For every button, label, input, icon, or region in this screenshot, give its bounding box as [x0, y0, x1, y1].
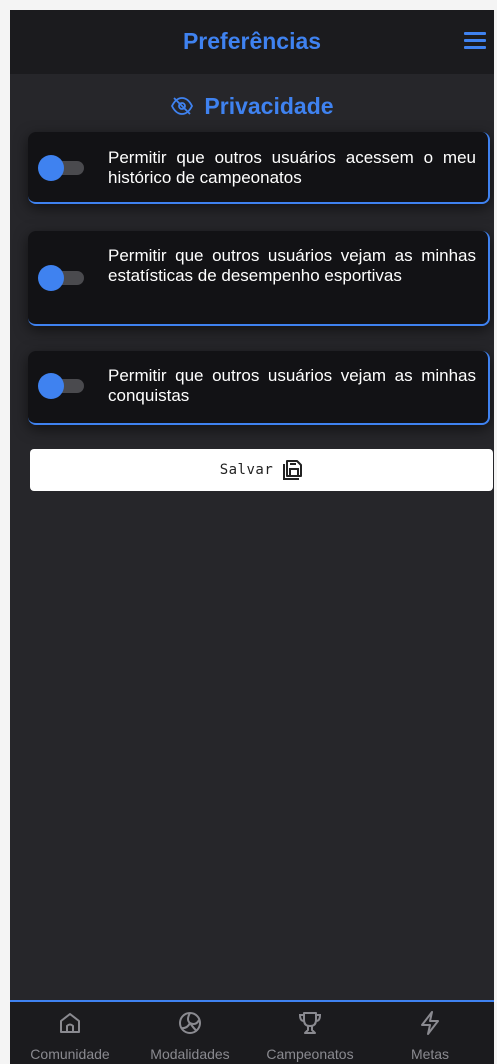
nav-metas[interactable]: Metas: [370, 1002, 490, 1064]
toggle-knob: [38, 373, 64, 399]
nav-campeonatos[interactable]: Campeonatos: [250, 1002, 370, 1064]
eye-off-icon: [171, 97, 194, 115]
home-icon: [60, 1013, 80, 1033]
menu-icon-line: [464, 32, 486, 35]
save-icon: [283, 460, 303, 480]
history-toggle[interactable]: [38, 155, 86, 181]
nav-modalidades[interactable]: Modalidades: [130, 1002, 250, 1064]
setting-label: Permitir que outros usuários vejam as mi…: [108, 366, 476, 405]
setting-label: Permitir que outros usuários acessem o m…: [108, 148, 476, 187]
nav-comunidade[interactable]: Comunidade: [10, 1002, 130, 1064]
top-bar: Preferências: [10, 10, 494, 74]
privacy-setting-card: Permitir que outros usuários vejam as mi…: [28, 351, 490, 425]
volleyball-icon: [179, 1012, 201, 1034]
menu-icon-line: [464, 39, 486, 42]
lightning-icon: [421, 1011, 439, 1035]
page-title: Preferências: [182, 28, 322, 54]
app-screen: Preferências Privacidade Permitir que ou…: [10, 10, 494, 1064]
nav-label: Metas: [410, 1046, 450, 1062]
toggle-knob: [38, 265, 64, 291]
privacy-setting-card: Permitir que outros usuários vejam as mi…: [28, 231, 490, 326]
bottom-nav: Comunidade Modalidades Campeonatos Metas: [10, 1000, 494, 1064]
achievements-toggle[interactable]: [38, 373, 86, 399]
setting-label: Permitir que outros usuários vejam as mi…: [108, 246, 476, 285]
section-header: Privacidade: [10, 90, 494, 122]
trophy-icon: [298, 1012, 322, 1034]
nav-label: Modalidades: [150, 1046, 230, 1062]
save-button-label: Salvar: [219, 462, 274, 478]
nav-label: Campeonatos: [266, 1046, 354, 1062]
privacy-setting-card: Permitir que outros usuários acessem o m…: [28, 132, 490, 204]
menu-icon-line: [464, 46, 486, 49]
nav-label: Comunidade: [30, 1046, 110, 1062]
section-title: Privacidade: [204, 92, 334, 119]
toggle-knob: [38, 155, 64, 181]
statistics-toggle[interactable]: [38, 265, 86, 291]
save-button[interactable]: Salvar: [30, 449, 493, 491]
menu-button[interactable]: [464, 32, 486, 52]
